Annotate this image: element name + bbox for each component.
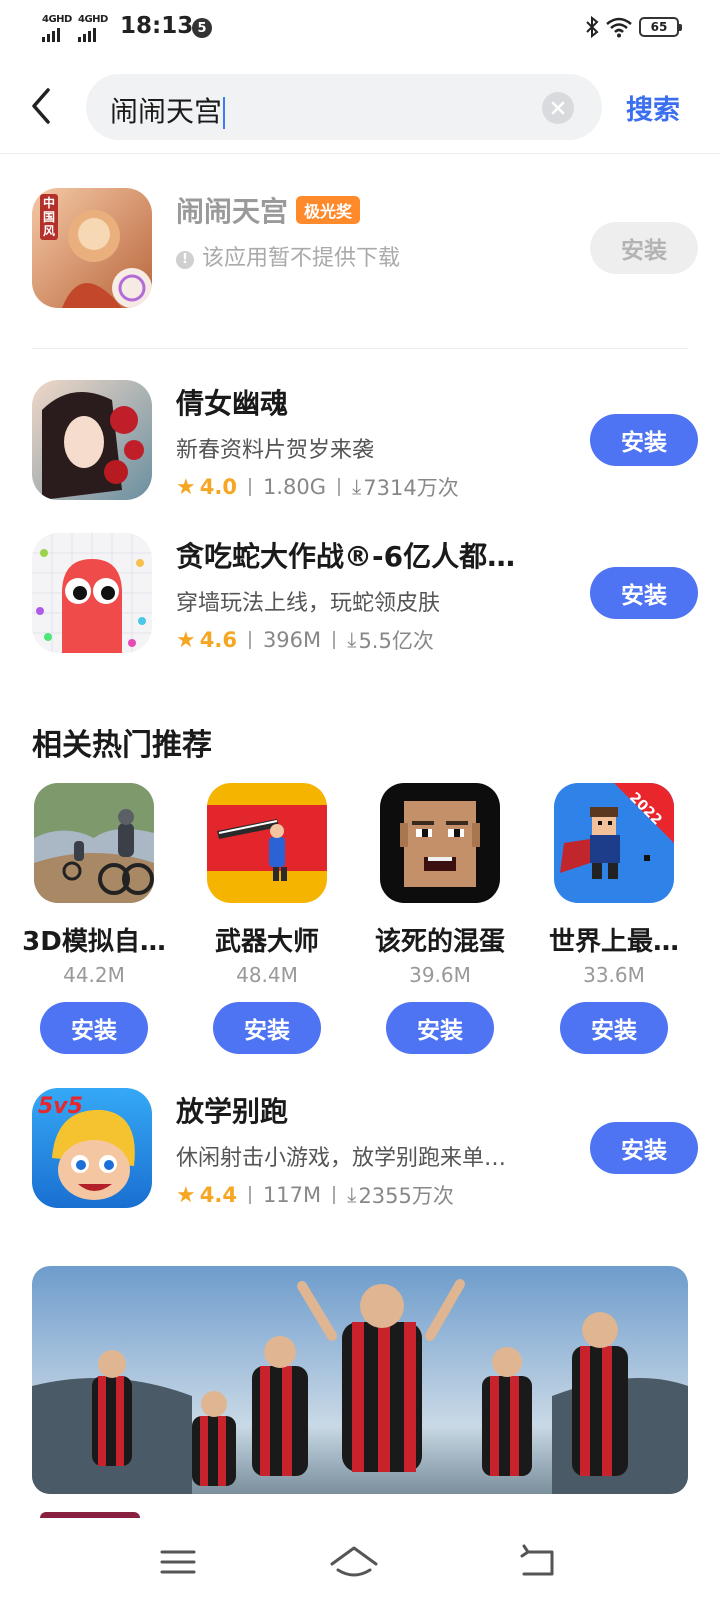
clock: 18:13 <box>120 13 194 39</box>
download-unavailable-notice: 该应用暂不提供下载 <box>202 246 401 271</box>
app-downloads: 7314万次 <box>363 476 459 500</box>
menu-icon[interactable] <box>148 1540 208 1584</box>
install-button[interactable]: 安装 <box>590 414 698 466</box>
app-icon-weapon-master <box>207 783 327 903</box>
app-description: 穿墙玩法上线，玩蛇领皮肤 <box>176 591 441 616</box>
recommended-app-name: 武器大师 <box>214 927 319 957</box>
install-button[interactable]: 安装 <box>590 1122 698 1174</box>
recommended-app-size: 33.6M <box>583 963 645 987</box>
app-rating: 4.0 <box>199 475 237 499</box>
next-item-peek <box>40 1512 140 1518</box>
app-rating: 4.4 <box>199 1183 237 1207</box>
info-icon: ! <box>176 251 194 269</box>
app-list-item[interactable]: 倩女幽魂 新春资料片贺岁来袭 ★ 4.0 1.80G ⤓ 7314万次 安装 <box>0 380 720 504</box>
result-divider <box>32 348 688 349</box>
meta-separator <box>333 1186 336 1204</box>
install-button[interactable]: 安装 <box>386 1002 494 1054</box>
app-description: 休闲射击小游戏，放学别跑来单… <box>176 1146 507 1171</box>
search-query: 闹闹天宫 <box>110 95 223 128</box>
award-badge: 极光奖 <box>296 196 361 224</box>
download-icon: ⤓ <box>347 627 357 652</box>
recommended-app[interactable]: 该死的混蛋 39.6M 安装 <box>356 783 524 1054</box>
recommended-app[interactable]: 武器大师 48.4M 安装 <box>183 783 351 1054</box>
wifi-icon <box>606 17 632 38</box>
app-title: 放学别跑 <box>176 1095 289 1128</box>
app-icon-fangxue-biepao: 5v5 <box>32 1088 152 1208</box>
app-icon-naonao-tiangong: 中国风 <box>32 188 152 308</box>
install-button-disabled[interactable]: 安装 <box>590 222 698 274</box>
app-downloads: 2355万次 <box>358 1184 454 1208</box>
app-size: 1.80G <box>262 475 326 499</box>
meta-separator <box>333 631 336 649</box>
install-button[interactable]: 安装 <box>213 1002 321 1054</box>
install-button[interactable]: 安装 <box>590 567 698 619</box>
meta-separator <box>337 478 340 496</box>
recommended-app-name: 该死的混蛋 <box>374 927 505 957</box>
signal-icon-sim1: 4GHD <box>42 14 72 42</box>
app-icon-world-hardest: 2022 <box>554 783 674 903</box>
icon-caption: 中国风 <box>42 196 55 238</box>
status-bar: 4GHD 4GHD 18:13 5 65 <box>0 0 720 56</box>
recommended-app-name: 3D模拟自… <box>22 927 166 957</box>
recommended-app[interactable]: 3D模拟自… 44.2M 安装 <box>10 783 178 1054</box>
meta-separator <box>248 1186 251 1204</box>
promo-banner[interactable] <box>32 1266 688 1494</box>
app-rating: 4.6 <box>199 628 237 652</box>
system-nav-bar <box>0 1520 720 1600</box>
app-description: 新春资料片贺岁来袭 <box>176 438 375 463</box>
back-nav-icon[interactable] <box>508 1540 568 1584</box>
app-icon-bike-sim <box>34 783 154 903</box>
download-icon: ⤓ <box>351 474 362 499</box>
header-divider <box>0 153 720 154</box>
app-meta: ★ 4.6 396M ⤓ 5.5亿次 <box>176 625 434 655</box>
text-caret <box>223 97 226 129</box>
app-title: 倩女幽魂 <box>176 387 289 420</box>
install-button[interactable]: 安装 <box>560 1002 668 1054</box>
recommended-app[interactable]: 2022 世界上最… 33.6M 安装 <box>530 783 698 1054</box>
app-size: 396M <box>262 628 322 652</box>
search-header: 闹闹天宫 搜索 <box>0 72 720 142</box>
close-icon <box>551 101 565 115</box>
app-meta: ★ 4.4 117M ⤓ 2355万次 <box>176 1180 454 1210</box>
app-meta: ★ 4.0 1.80G ⤓ 7314万次 <box>176 472 459 502</box>
recommended-app-size: 44.2M <box>63 963 125 987</box>
app-icon-damn-bastard <box>380 783 500 903</box>
app-downloads: 5.5亿次 <box>358 629 434 653</box>
app-list-item[interactable]: 5v5 放学别跑 休闲射击小游戏，放学别跑来单… ★ 4.4 117M ⤓ 23… <box>0 1088 720 1212</box>
download-icon: ⤓ <box>347 1182 357 1207</box>
app-icon-qiannv-youhun <box>32 380 152 500</box>
meta-separator <box>248 631 251 649</box>
icon-caption: 5v5 <box>38 1094 83 1119</box>
clear-search-button[interactable] <box>542 92 574 124</box>
recommended-app-size: 39.6M <box>409 963 471 987</box>
back-arrow-icon[interactable] <box>24 84 64 128</box>
home-icon[interactable] <box>324 1540 384 1584</box>
install-button[interactable]: 安装 <box>40 1002 148 1054</box>
section-title-related: 相关热门推荐 <box>32 728 212 763</box>
top-result-item[interactable]: 中国风 闹闹天宫 极光奖 ! 该应用暂不提供下载 安装 <box>0 188 720 312</box>
app-title: 闹闹天宫 <box>176 195 289 228</box>
signal-icon-sim2: 4GHD <box>78 14 108 42</box>
star-icon: ★ <box>176 1182 196 1208</box>
meta-separator <box>248 478 251 496</box>
app-icon-snake-battle <box>32 533 152 653</box>
app-title: 贪吃蛇大作战®-6亿人都… <box>176 540 516 573</box>
bluetooth-icon <box>586 15 599 39</box>
recommended-app-name: 世界上最… <box>548 927 679 957</box>
search-button[interactable]: 搜索 <box>626 88 680 127</box>
app-list-item[interactable]: 贪吃蛇大作战®-6亿人都… 穿墙玩法上线，玩蛇领皮肤 ★ 4.6 396M ⤓ … <box>0 533 720 657</box>
banner-image <box>32 1266 688 1494</box>
notification-count-icon: 5 <box>192 18 212 38</box>
star-icon: ★ <box>176 474 196 500</box>
app-size: 117M <box>262 1183 322 1207</box>
star-icon: ★ <box>176 627 196 653</box>
recommended-app-size: 48.4M <box>236 963 298 987</box>
battery-icon: 65 <box>639 17 682 37</box>
search-input[interactable]: 闹闹天宫 <box>86 74 602 140</box>
